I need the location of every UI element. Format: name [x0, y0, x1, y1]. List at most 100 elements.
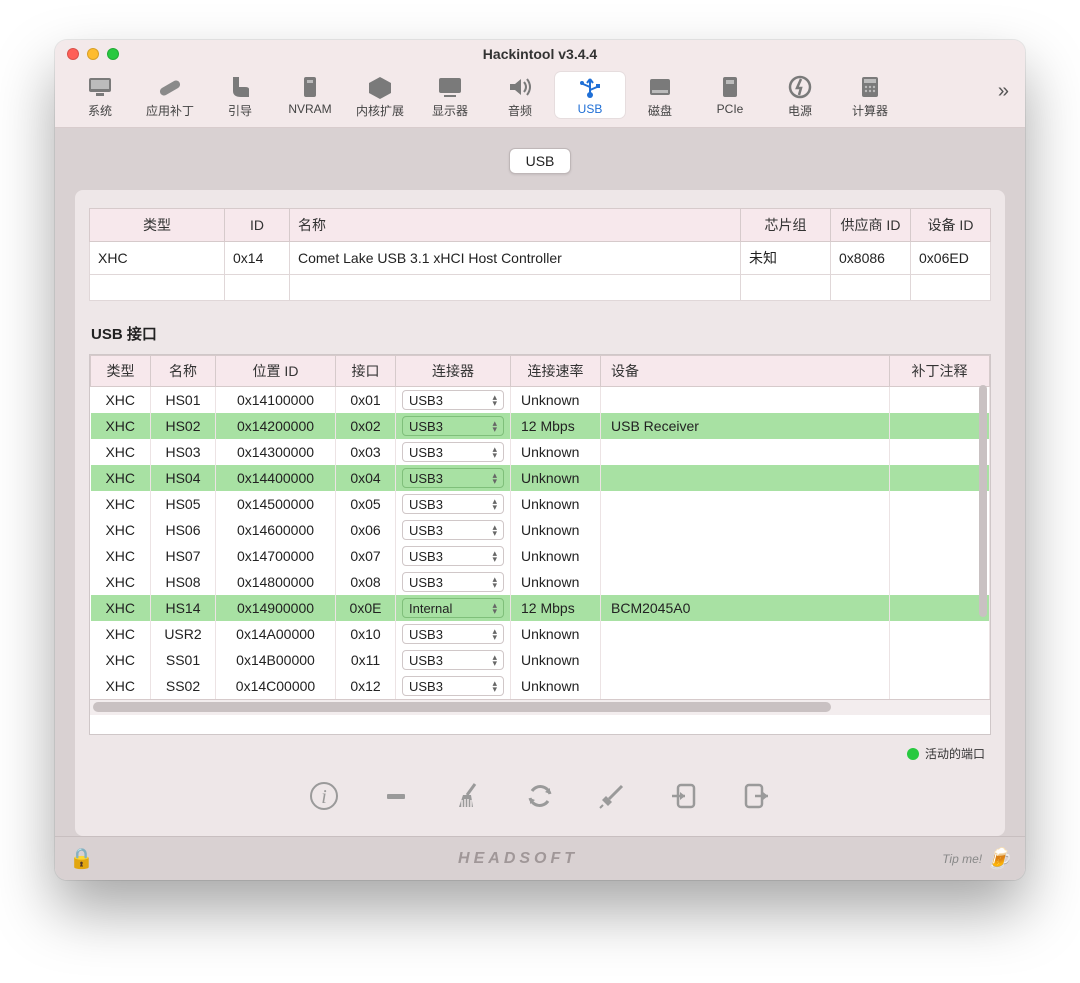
- port-row[interactable]: XHCHS050x145000000x05USB3▴▾Unknown: [91, 491, 990, 517]
- col-device[interactable]: 设备 ID: [911, 209, 991, 242]
- usb-icon: [575, 74, 605, 100]
- cell-connector[interactable]: USB3▴▾: [396, 413, 511, 439]
- cell-name: HS05: [151, 491, 216, 517]
- cell-type: XHC: [91, 673, 151, 699]
- col-connector[interactable]: 连接器: [396, 356, 511, 387]
- cell-connector[interactable]: USB3▴▾: [396, 387, 511, 414]
- toolbar-overflow[interactable]: »: [998, 72, 1015, 103]
- scrollbar-thumb[interactable]: [93, 702, 831, 712]
- port-row[interactable]: XHCHS030x143000000x03USB3▴▾Unknown: [91, 439, 990, 465]
- toolbar-nvram[interactable]: NVRAM: [275, 72, 345, 118]
- cell-connector[interactable]: USB3▴▾: [396, 621, 511, 647]
- cell-connector[interactable]: USB3▴▾: [396, 517, 511, 543]
- port-row[interactable]: XHCHS040x144000000x04USB3▴▾Unknown: [91, 465, 990, 491]
- stepper-icon[interactable]: ▴▾: [492, 576, 497, 588]
- toolbar-label: 应用补丁: [146, 102, 194, 119]
- window-title: Hackintool v3.4.4: [55, 46, 1025, 62]
- cell-connector[interactable]: Internal▴▾: [396, 595, 511, 621]
- cell-name: HS04: [151, 465, 216, 491]
- horizontal-scrollbar[interactable]: [90, 699, 990, 715]
- tip-button[interactable]: Tip me! 🍺: [942, 846, 1011, 871]
- col-type[interactable]: 类型: [91, 356, 151, 387]
- port-row[interactable]: XHCHS070x147000000x07USB3▴▾Unknown: [91, 543, 990, 569]
- cell-port: 0x07: [336, 543, 396, 569]
- port-row[interactable]: XHCHS060x146000000x06USB3▴▾Unknown: [91, 517, 990, 543]
- col-comment[interactable]: 补丁注释: [890, 356, 990, 387]
- toolbar-power[interactable]: 电源: [765, 72, 835, 121]
- cell-device: [601, 517, 890, 543]
- cell-name: HS02: [151, 413, 216, 439]
- cell-comment: [890, 673, 990, 699]
- export-button[interactable]: [738, 778, 774, 814]
- col-type[interactable]: 类型: [90, 209, 225, 242]
- toolbar-patch[interactable]: 应用补丁: [135, 72, 205, 121]
- stepper-icon[interactable]: ▴▾: [492, 498, 497, 510]
- toolbar-boot[interactable]: 引导: [205, 72, 275, 121]
- stepper-icon[interactable]: ▴▾: [492, 472, 497, 484]
- lock-icon[interactable]: 🔒: [69, 846, 94, 871]
- toolbar-system[interactable]: 系统: [65, 72, 135, 121]
- toolbar-label: 引导: [228, 102, 252, 119]
- info-button[interactable]: i: [306, 778, 342, 814]
- port-row[interactable]: XHCHS010x141000000x01USB3▴▾Unknown: [91, 387, 990, 414]
- col-name[interactable]: 名称: [151, 356, 216, 387]
- inject-button[interactable]: [594, 778, 630, 814]
- cell-connector[interactable]: USB3▴▾: [396, 673, 511, 699]
- stepper-icon[interactable]: ▴▾: [492, 628, 497, 640]
- port-row[interactable]: XHCSS010x14B000000x11USB3▴▾Unknown: [91, 647, 990, 673]
- stepper-icon[interactable]: ▴▾: [492, 524, 497, 536]
- toolbar-kext[interactable]: 内核扩展: [345, 72, 415, 121]
- col-id[interactable]: ID: [225, 209, 290, 242]
- cell-location: 0x14200000: [216, 413, 336, 439]
- tab-usb[interactable]: USB: [509, 148, 572, 174]
- cell-connector[interactable]: USB3▴▾: [396, 569, 511, 595]
- stepper-icon[interactable]: ▴▾: [492, 394, 497, 406]
- stepper-icon[interactable]: ▴▾: [492, 680, 497, 692]
- scrollbar-thumb[interactable]: [979, 385, 987, 617]
- toolbar-usb[interactable]: USB: [555, 72, 625, 118]
- cell-connector[interactable]: USB3▴▾: [396, 543, 511, 569]
- cell-location: 0x14300000: [216, 439, 336, 465]
- controller-row[interactable]: XHC 0x14 Comet Lake USB 3.1 xHCI Host Co…: [90, 242, 991, 275]
- cell-connector[interactable]: USB3▴▾: [396, 439, 511, 465]
- stepper-icon[interactable]: ▴▾: [492, 654, 497, 666]
- cell-connector[interactable]: USB3▴▾: [396, 491, 511, 517]
- col-vendor[interactable]: 供应商 ID: [831, 209, 911, 242]
- toolbar-label: USB: [578, 102, 603, 116]
- col-speed[interactable]: 连接速率: [511, 356, 601, 387]
- toolbar-display[interactable]: 显示器: [415, 72, 485, 121]
- col-name[interactable]: 名称: [290, 209, 741, 242]
- stepper-icon[interactable]: ▴▾: [492, 420, 497, 432]
- remove-button[interactable]: [378, 778, 414, 814]
- toolbar-pcie[interactable]: PCIe: [695, 72, 765, 118]
- col-port[interactable]: 接口: [336, 356, 396, 387]
- port-row[interactable]: XHCSS020x14C000000x12USB3▴▾Unknown: [91, 673, 990, 699]
- cell-device: [601, 673, 890, 699]
- toolbar-audio[interactable]: 音频: [485, 72, 555, 121]
- stepper-icon[interactable]: ▴▾: [492, 550, 497, 562]
- cell-connector[interactable]: USB3▴▾: [396, 647, 511, 673]
- vertical-scrollbar[interactable]: [978, 385, 988, 716]
- toolbar-calc[interactable]: 计算器: [835, 72, 905, 121]
- card-icon: [715, 74, 745, 100]
- refresh-button[interactable]: [522, 778, 558, 814]
- port-row[interactable]: XHCHS080x148000000x08USB3▴▾Unknown: [91, 569, 990, 595]
- cell-device: [601, 621, 890, 647]
- stepper-icon[interactable]: ▴▾: [492, 446, 497, 458]
- cell-comment: [890, 491, 990, 517]
- port-row[interactable]: XHCUSR20x14A000000x10USB3▴▾Unknown: [91, 621, 990, 647]
- toolbar-label: 磁盘: [648, 102, 672, 119]
- col-location[interactable]: 位置 ID: [216, 356, 336, 387]
- col-chipset[interactable]: 芯片组: [741, 209, 831, 242]
- clean-button[interactable]: [450, 778, 486, 814]
- toolbar-disk[interactable]: 磁盘: [625, 72, 695, 121]
- port-row[interactable]: XHCHS140x149000000x0EInternal▴▾12 MbpsBC…: [91, 595, 990, 621]
- cell-speed: Unknown: [511, 647, 601, 673]
- cell-type: XHC: [91, 465, 151, 491]
- port-row[interactable]: XHCHS020x142000000x02USB3▴▾12 MbpsUSB Re…: [91, 413, 990, 439]
- col-device[interactable]: 设备: [601, 356, 890, 387]
- cell-port: 0x10: [336, 621, 396, 647]
- import-button[interactable]: [666, 778, 702, 814]
- cell-connector[interactable]: USB3▴▾: [396, 465, 511, 491]
- stepper-icon[interactable]: ▴▾: [492, 602, 497, 614]
